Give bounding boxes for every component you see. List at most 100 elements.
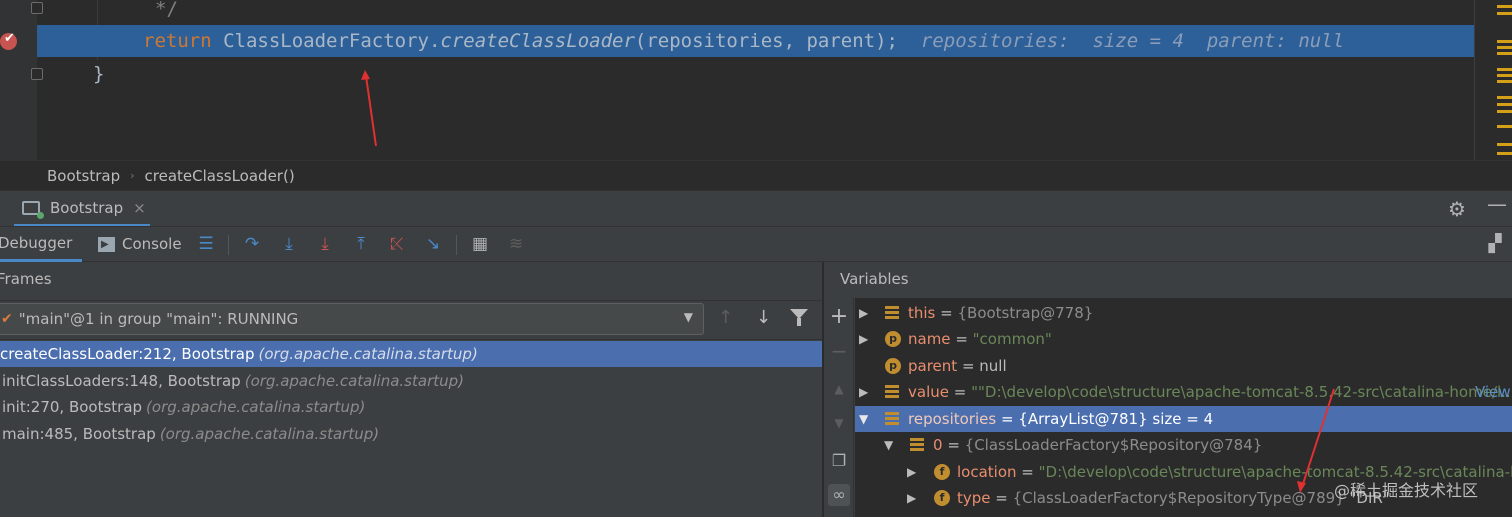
- chevron-right-icon: ›: [130, 169, 135, 182]
- code-method: createClassLoader: [440, 30, 635, 52]
- arrow-up-icon[interactable]: ↑: [718, 307, 733, 328]
- frame-item[interactable]: initClassLoaders:148, Bootstrap (org.apac…: [0, 368, 822, 394]
- stripe-marker[interactable]: [1497, 103, 1512, 106]
- variable-value: ""D:\develop\code\structure\apache-tomca…: [971, 383, 1512, 401]
- variable-value: {Bootstrap@778}: [957, 304, 1094, 322]
- frames-panel: Frames ✔ "main"@1 in group "main": RUNNI…: [0, 262, 822, 517]
- variable-name: 0: [933, 436, 943, 454]
- collapse-arrow-icon[interactable]: ▼: [884, 432, 893, 458]
- copy-icon[interactable]: ❐: [828, 450, 850, 472]
- stripe-marker[interactable]: [1497, 68, 1512, 71]
- annotation-arrow-icon: [361, 70, 377, 147]
- code-comment-line: */: [155, 0, 178, 20]
- frame-method: init:270, Bootstrap: [2, 398, 143, 416]
- stripe-marker[interactable]: [1497, 52, 1512, 55]
- minimize-icon[interactable]: —: [1487, 192, 1507, 216]
- variable-row[interactable]: ▶ this = {Bootstrap@778}: [855, 300, 1512, 326]
- error-stripe[interactable]: [1474, 0, 1512, 160]
- code-editor[interactable]: ✔ */ return ClassLoaderFactory.createCla…: [0, 0, 1512, 160]
- run-to-cursor-icon[interactable]: ↘: [422, 233, 444, 255]
- move-down-icon[interactable]: ▼: [828, 412, 850, 434]
- stripe-marker[interactable]: [1497, 125, 1512, 128]
- fold-marker-icon[interactable]: [31, 68, 43, 80]
- expand-arrow-icon[interactable]: ▶: [907, 485, 916, 511]
- run-config-tab-label: Bootstrap: [50, 198, 124, 217]
- editor-gutter[interactable]: ✔: [0, 0, 43, 160]
- variable-row[interactable]: ▶ value = ""D:\develop\code\structure\ap…: [855, 379, 1512, 405]
- frames-title: Frames: [0, 270, 52, 288]
- collapse-arrow-icon[interactable]: ▼: [859, 406, 868, 432]
- tab-console[interactable]: Console: [98, 227, 182, 262]
- expand-arrow-icon[interactable]: ▶: [859, 379, 868, 405]
- stripe-marker[interactable]: [1497, 96, 1512, 99]
- console-icon: [98, 227, 115, 262]
- frame-item[interactable]: createClassLoader:212, Bootstrap (org.apa…: [0, 341, 822, 367]
- expand-arrow-icon[interactable]: ▶: [907, 459, 916, 485]
- stripe-marker[interactable]: [1497, 143, 1512, 146]
- frame-item[interactable]: init:270, Bootstrap (org.apache.catalina.…: [0, 394, 822, 420]
- evaluate-expression-icon[interactable]: ▦: [469, 233, 491, 255]
- object-icon: [885, 306, 899, 319]
- layout-lines-icon[interactable]: ☰: [195, 233, 217, 255]
- restore-layout-icon[interactable]: ▞: [1484, 233, 1506, 255]
- variable-row[interactable]: p parent = null: [855, 353, 1512, 379]
- force-step-into-icon[interactable]: ⤓: [314, 233, 336, 255]
- inline-debug-hint: repositories: size = 4 parent: null: [898, 30, 1345, 52]
- stripe-marker[interactable]: [1497, 110, 1512, 113]
- remove-watch-icon[interactable]: −: [828, 340, 850, 362]
- frame-item[interactable]: main:485, Bootstrap (org.apache.catalina.…: [0, 421, 822, 447]
- breadcrumb-method[interactable]: createClassLoader(): [145, 167, 295, 185]
- chevron-down-icon[interactable]: ▼: [684, 310, 693, 324]
- filter-icon[interactable]: [790, 309, 808, 326]
- add-watch-icon[interactable]: +: [828, 306, 850, 328]
- field-icon: f: [934, 464, 950, 480]
- expand-arrow-icon[interactable]: ▶: [859, 326, 868, 352]
- gear-icon[interactable]: ⚙: [1448, 197, 1466, 221]
- breakpoint-icon[interactable]: ✔: [0, 31, 17, 50]
- fold-marker-icon[interactable]: [31, 2, 43, 14]
- thread-selector-row: ✔ "main"@1 in group "main": RUNNING ▼ ↑ …: [0, 300, 822, 340]
- step-over-icon[interactable]: ↷: [241, 233, 263, 255]
- trace-current-stream-icon[interactable]: ≋: [505, 233, 527, 255]
- variable-value: null: [979, 357, 1007, 375]
- debug-window-icon: [22, 200, 44, 219]
- move-up-icon[interactable]: ▲: [828, 378, 850, 400]
- toolbar-divider: [456, 235, 457, 255]
- code-closing-brace: }: [93, 63, 105, 85]
- execution-point-line[interactable]: return ClassLoaderFactory.createClassLoa…: [37, 25, 1474, 57]
- tab-debugger[interactable]: Debugger: [0, 227, 82, 262]
- step-into-icon[interactable]: ⤓: [278, 233, 300, 255]
- arrow-down-icon[interactable]: ↓: [756, 307, 771, 328]
- stripe-marker[interactable]: [1497, 74, 1512, 77]
- variable-row[interactable]: ▼ 0 = {ClassLoaderFactory$Repository@784…: [855, 432, 1512, 458]
- stripe-marker[interactable]: [1497, 5, 1512, 8]
- drop-frame-icon[interactable]: ⤪: [386, 233, 408, 255]
- view-link[interactable]: View: [1475, 379, 1511, 405]
- variable-name: parent: [908, 357, 958, 375]
- stripe-marker[interactable]: [1497, 152, 1512, 155]
- variable-row[interactable]: ▼ repositories = {ArrayList@781} size = …: [855, 406, 1512, 432]
- frame-package: (org.apache.catalina.startup): [146, 398, 366, 416]
- thread-dropdown[interactable]: ✔ "main"@1 in group "main": RUNNING ▼: [0, 303, 704, 335]
- stripe-marker[interactable]: [1497, 12, 1512, 15]
- field-icon: f: [934, 490, 950, 506]
- show-watches-icon[interactable]: ∞: [828, 484, 850, 506]
- stripe-marker[interactable]: [1497, 46, 1512, 49]
- run-config-tab[interactable]: Bootstrap ×: [14, 191, 150, 227]
- variable-value: {ClassLoaderFactory$Repository@784}: [964, 436, 1263, 454]
- thread-running-icon: ✔: [1, 311, 13, 327]
- step-out-icon[interactable]: ⤒: [350, 233, 372, 255]
- frame-package: (org.apache.catalina.startup): [258, 345, 478, 363]
- stripe-marker[interactable]: [1497, 80, 1512, 83]
- expand-arrow-icon[interactable]: ▶: [859, 300, 868, 326]
- variable-row[interactable]: ▶ p name = "common": [855, 326, 1512, 352]
- variables-title: Variables: [840, 270, 909, 288]
- stripe-marker[interactable]: [1497, 40, 1512, 43]
- variable-name: this: [908, 304, 936, 322]
- code-arguments: (repositories, parent);: [634, 30, 898, 52]
- variable-name: value: [908, 383, 949, 401]
- breadcrumb-class[interactable]: Bootstrap: [47, 167, 120, 185]
- close-icon[interactable]: ×: [133, 199, 146, 217]
- frame-method: createClassLoader:212, Bootstrap: [0, 345, 255, 363]
- parameter-icon: p: [885, 358, 901, 374]
